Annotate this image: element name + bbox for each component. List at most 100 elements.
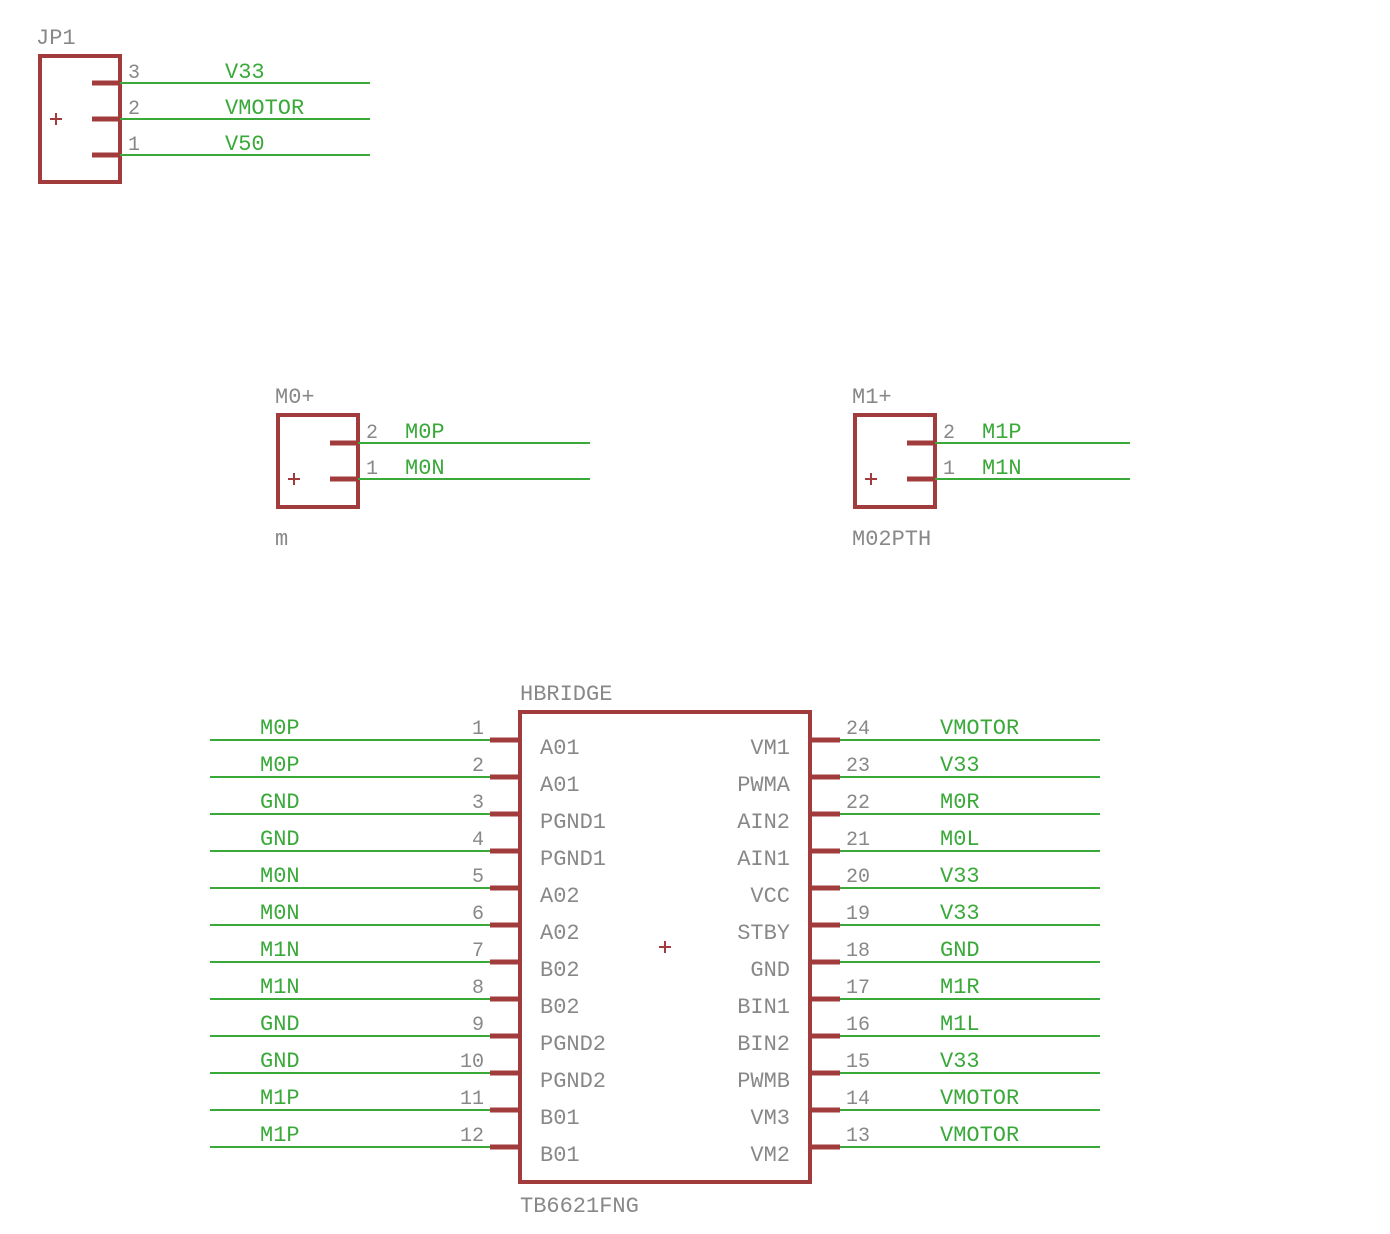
svg-text:11: 11 <box>460 1088 484 1111</box>
svg-text:V33: V33 <box>940 901 980 926</box>
hbridge-left-pins: 1A01M0P2A01M0P3PGND1GND4PGND1GND5A02M0N6… <box>210 716 606 1168</box>
hbridge-right-pins: 24VM1VMOTOR23PWMAV3322AIN2M0R21AIN1M0L20… <box>737 716 1100 1168</box>
svg-text:V33: V33 <box>940 864 980 889</box>
svg-text:B01: B01 <box>540 1143 580 1168</box>
svg-text:M1N: M1N <box>982 456 1022 481</box>
svg-text:B02: B02 <box>540 958 580 983</box>
svg-text:2: 2 <box>472 755 484 778</box>
svg-text:B01: B01 <box>540 1106 580 1131</box>
svg-text:9: 9 <box>472 1014 484 1037</box>
svg-text:M0R: M0R <box>940 790 980 815</box>
svg-text:PWMB: PWMB <box>737 1069 790 1094</box>
hbridge-pin-21: 21 AIN1 M0L <box>737 827 1100 872</box>
svg-text:GND: GND <box>260 790 300 815</box>
svg-text:BIN1: BIN1 <box>737 995 790 1020</box>
svg-text:14: 14 <box>846 1088 870 1111</box>
svg-text:GND: GND <box>940 938 980 963</box>
svg-text:24: 24 <box>846 718 870 741</box>
svg-text:PWMA: PWMA <box>737 773 791 798</box>
origin-cross <box>50 113 62 125</box>
hbridge-pin-17: 17 BIN1 M1R <box>737 975 1100 1020</box>
svg-text:2: 2 <box>943 422 955 445</box>
m1-ref: M1+ <box>852 385 892 410</box>
svg-text:21: 21 <box>846 829 870 852</box>
svg-text:VM1: VM1 <box>750 736 790 761</box>
jp1-ref: JP1 <box>36 26 76 51</box>
svg-text:VM2: VM2 <box>750 1143 790 1168</box>
svg-text:A01: A01 <box>540 773 580 798</box>
svg-text:VMOTOR: VMOTOR <box>225 96 304 121</box>
svg-text:M1P: M1P <box>260 1123 300 1148</box>
svg-text:15: 15 <box>846 1051 870 1074</box>
svg-text:B02: B02 <box>540 995 580 1020</box>
svg-text:M0P: M0P <box>405 420 445 445</box>
hbridge-pin-20: 20VCCV33 <box>750 864 1100 909</box>
svg-text:M1N: M1N <box>260 975 300 1000</box>
svg-text:22: 22 <box>846 792 870 815</box>
svg-text:V50: V50 <box>225 132 265 157</box>
hbridge-value: TB6621FNG <box>520 1194 639 1219</box>
m0-pin-1: 1 M0N <box>330 456 590 481</box>
m1-value: M02PTH <box>852 527 931 552</box>
m0-pin-2: 2 M0P <box>330 420 590 445</box>
svg-text:M1P: M1P <box>260 1086 300 1111</box>
svg-text:13: 13 <box>846 1125 870 1148</box>
ic-hbridge: HBRIDGE TB6621FNG 1A01M0P2A01M0P3PGND1GN… <box>210 682 1100 1219</box>
hbridge-pin-15: 15 PWMB V33 <box>737 1049 1100 1094</box>
origin-cross <box>865 473 877 485</box>
svg-text:12: 12 <box>460 1125 484 1148</box>
svg-text:M0N: M0N <box>260 901 300 926</box>
svg-text:V33: V33 <box>225 60 265 85</box>
svg-text:10: 10 <box>460 1051 484 1074</box>
svg-text:17: 17 <box>846 977 870 1000</box>
svg-text:PGND1: PGND1 <box>540 847 606 872</box>
svg-text:M1R: M1R <box>940 975 980 1000</box>
svg-text:M0N: M0N <box>405 456 445 481</box>
hbridge-pin-18: 18 GND GND <box>750 938 1100 983</box>
svg-text:VMOTOR: VMOTOR <box>940 716 1019 741</box>
m0-value: m <box>275 527 288 552</box>
svg-text:GND: GND <box>260 1049 300 1074</box>
svg-text:VMOTOR: VMOTOR <box>940 1123 1019 1148</box>
svg-text:AIN2: AIN2 <box>737 810 790 835</box>
origin-cross <box>659 941 671 953</box>
svg-text:8: 8 <box>472 977 484 1000</box>
hbridge-pin-14: 14 VM3 VMOTOR <box>750 1086 1100 1131</box>
svg-text:16: 16 <box>846 1014 870 1037</box>
svg-text:7: 7 <box>472 940 484 963</box>
svg-text:2: 2 <box>128 98 140 121</box>
svg-text:23: 23 <box>846 755 870 778</box>
hbridge-pin-24: 24 VM1 VMOTOR <box>750 716 1100 761</box>
svg-text:AIN1: AIN1 <box>737 847 790 872</box>
svg-text:PGND2: PGND2 <box>540 1069 606 1094</box>
svg-text:1: 1 <box>472 718 484 741</box>
connector-m1: M1+ 2 M1P 1 M1N M02PTH <box>852 385 1130 552</box>
svg-text:VMOTOR: VMOTOR <box>940 1086 1019 1111</box>
svg-text:GND: GND <box>260 1012 300 1037</box>
svg-text:V33: V33 <box>940 753 980 778</box>
svg-text:V33: V33 <box>940 1049 980 1074</box>
m0-ref: M0+ <box>275 385 315 410</box>
svg-text:3: 3 <box>128 62 140 85</box>
svg-text:3: 3 <box>472 792 484 815</box>
svg-text:PGND2: PGND2 <box>540 1032 606 1057</box>
svg-text:STBY: STBY <box>737 921 790 946</box>
svg-text:4: 4 <box>472 829 484 852</box>
svg-text:GND: GND <box>260 827 300 852</box>
hbridge-pin-12: 12 B01 M1P <box>210 1123 580 1168</box>
svg-text:M0L: M0L <box>940 827 980 852</box>
svg-text:18: 18 <box>846 940 870 963</box>
svg-text:A02: A02 <box>540 921 580 946</box>
svg-text:VM3: VM3 <box>750 1106 790 1131</box>
connector-m0: M0+ 2 M0P 1 M0N m <box>275 385 590 552</box>
svg-text:M0P: M0P <box>260 753 300 778</box>
m1-pin-1: 1 M1N <box>907 456 1130 481</box>
svg-text:VCC: VCC <box>750 884 790 909</box>
hbridge-pin-13: 13 VM2 VMOTOR <box>750 1123 1100 1168</box>
svg-text:M1L: M1L <box>940 1012 980 1037</box>
jp1-pin-3: 3 V33 <box>92 60 370 85</box>
connector-jp1: JP1 3 V33 2 VMOTOR 1 V50 <box>36 26 370 182</box>
hbridge-pin-16: 16BIN2M1L <box>737 1012 1100 1057</box>
svg-text:GND: GND <box>750 958 790 983</box>
svg-text:M1P: M1P <box>982 420 1022 445</box>
